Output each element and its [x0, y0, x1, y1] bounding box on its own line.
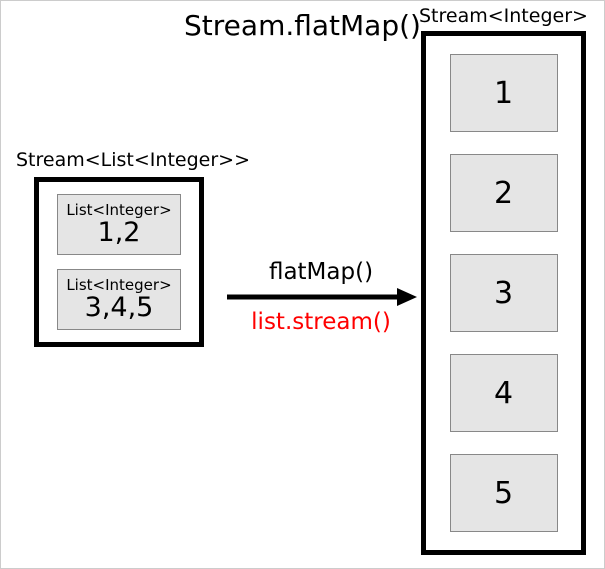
right-stream-box: 1 2 3 4 5: [421, 31, 586, 555]
arrow-label-top: flatMap(): [225, 259, 417, 285]
arrow-icon: [225, 287, 417, 307]
right-stream-type-label: Stream<Integer>: [419, 5, 588, 27]
list-cell: List<Integer> 3,4,5: [57, 269, 181, 330]
arrow-group: flatMap() list.stream(): [225, 259, 417, 335]
list-cell: List<Integer> 1,2: [57, 194, 181, 255]
left-stream-box: List<Integer> 1,2 List<Integer> 3,4,5: [34, 177, 204, 347]
int-cell: 1: [450, 54, 558, 132]
left-stream-type-label: Stream<List<Integer>>: [16, 149, 250, 171]
list-cell-value: 1,2: [58, 219, 180, 246]
list-cell-value: 3,4,5: [58, 294, 180, 321]
int-cell: 4: [450, 354, 558, 432]
int-cell: 2: [450, 154, 558, 232]
int-cell: 5: [450, 454, 558, 532]
int-cell: 3: [450, 254, 558, 332]
arrow-label-bottom: list.stream(): [225, 309, 417, 335]
